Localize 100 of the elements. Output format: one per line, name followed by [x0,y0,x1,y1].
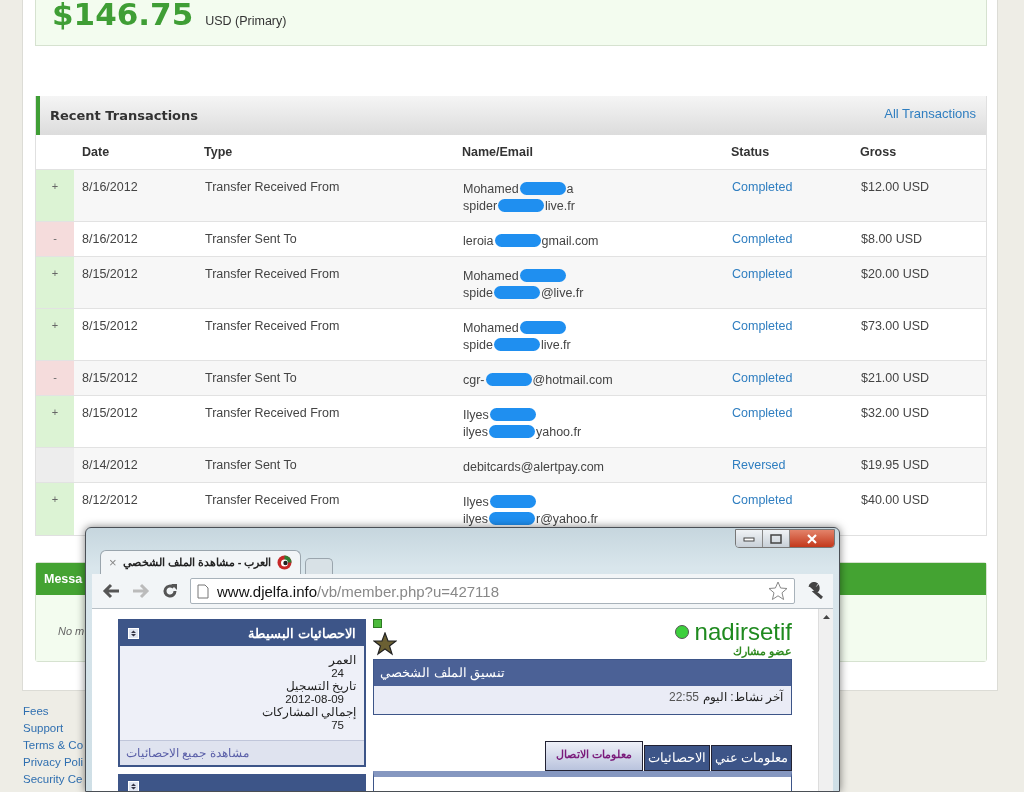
footer-link[interactable]: Security Ce [23,770,83,788]
footer-link[interactable]: Support [23,719,64,737]
maximize-icon [770,533,782,544]
table-cell: 8/15/2012 [74,360,204,396]
table-cell: Transfer Received From [204,308,462,361]
close-button[interactable] [790,530,834,547]
close-icon [806,533,818,544]
flow-indicator: + [36,308,74,361]
minimize-button[interactable] [736,530,763,547]
profile-tab[interactable]: معلومات الاتصال [544,741,643,771]
browser-tab[interactable]: × العرب - مشاهدة الملف الشخصي [100,550,302,574]
back-button[interactable] [102,583,120,599]
table-cell: $20.00 USD [860,256,986,309]
status-link[interactable]: Reversed [732,458,786,472]
status-link[interactable]: Completed [732,232,793,246]
table-cell: 8/14/2012 [74,447,204,483]
table-cell: 8/15/2012 [74,395,204,448]
name-text: spide [463,285,493,300]
username: nadirsetif [694,619,792,645]
redaction-mark [489,425,535,438]
table-cell: $12.00 USD [860,169,986,222]
flow-indicator: - [36,221,74,257]
status-link[interactable]: Completed [732,319,793,333]
column-header: Name/Email [462,135,731,170]
user-rank: عضو مشارك [733,645,792,657]
name-text: debitcards@alertpay.com [463,459,604,474]
name-text: Mohamed [463,268,519,283]
status-link[interactable]: Completed [732,180,793,194]
balance-amount: $146.75 [52,0,194,34]
maximize-button[interactable] [763,530,790,547]
redaction-mark [519,269,566,282]
flow-indicator: + [36,395,74,448]
wrench-icon[interactable] [807,582,825,600]
status-link[interactable]: Completed [732,493,793,507]
redaction-mark [493,338,540,351]
scroll-up-icon [822,615,830,619]
status-square-icon [373,619,382,628]
footer-link[interactable]: Terms & Co [23,736,84,754]
name-text: @hotmail.com [532,372,613,387]
table-cell: Transfer Received From [204,395,462,448]
last-activity-time: 22:55 [668,690,699,704]
footer-link[interactable]: Privacy Poli [23,753,84,771]
name-text: Mohamed [463,181,519,196]
reload-button[interactable] [162,583,178,599]
name-text: leroia [463,233,494,248]
name-text: yahoo.fr [536,424,582,439]
name-text: live.fr [540,337,571,352]
field-value: 2012-08-09 [284,693,344,706]
column-header: Type [204,135,462,170]
column-header: Status [731,135,860,170]
flow-indicator: + [36,256,74,309]
column-header: Gross [860,135,986,170]
table-cell: Transfer Received From [204,256,462,309]
table-cell: Transfer Received From [204,169,462,222]
scrollbar[interactable] [818,609,833,791]
redaction-mark [485,373,532,386]
flow-indicator: + [36,482,74,535]
name-text: Mohamed [463,320,519,335]
table-cell: Transfer Sent To [204,360,462,396]
redaction-mark [519,321,566,334]
table-cell: Transfer Sent To [204,447,462,483]
column-header: Date [74,135,204,170]
name-text: a [566,181,574,196]
name-text: ilyes [463,424,488,439]
table-cell: 8/16/2012 [74,221,204,257]
redaction-mark [494,234,541,247]
table-cell: $73.00 USD [860,308,986,361]
bookmark-star-icon[interactable] [768,581,788,601]
field-label: العمر [327,654,356,667]
field-label: تاريخ التسجيل [284,680,356,693]
field-label: إجمالي المشاركات [260,706,356,719]
name-text: Ilyes [463,407,489,422]
name-text: gmail.com [541,233,599,248]
all-transactions-link[interactable]: All Transactions [884,106,976,121]
status-link[interactable]: Completed [732,371,793,385]
collapse-icon[interactable] [128,781,139,791]
redaction-mark [489,408,536,421]
empty-message: No m [58,624,85,637]
redaction-mark [498,199,545,212]
profile-tab[interactable]: الاحصائيات [643,745,710,771]
table-cell: $21.00 USD [860,360,986,396]
table-cell: $19.95 USD [860,447,986,483]
name-text: spider [463,198,498,213]
profile-box-header: تنسيق الملف الشخصي [374,660,791,686]
redaction-mark [489,512,535,525]
footer-link[interactable]: Fees [23,702,49,720]
table-cell: 8/15/2012 [74,256,204,309]
status-link[interactable]: Completed [732,406,793,420]
redaction-mark [519,182,566,195]
balance-currency: USD (Primary) [205,14,287,28]
status-link[interactable]: Completed [732,267,793,281]
collapse-icon[interactable] [128,628,139,639]
name-text: ilyes [463,511,488,526]
table-cell: 8/15/2012 [74,308,204,361]
last-activity-label: آخر نشاط: اليوم [703,690,783,704]
address-bar[interactable]: www.djelfa.info/vb/member.php?u=427118 [190,578,795,604]
profile-tab[interactable]: معلومات عني [710,745,792,771]
name-text: Ilyes [463,494,489,509]
name-text: spide [463,337,493,352]
name-text: live.fr [545,198,575,213]
